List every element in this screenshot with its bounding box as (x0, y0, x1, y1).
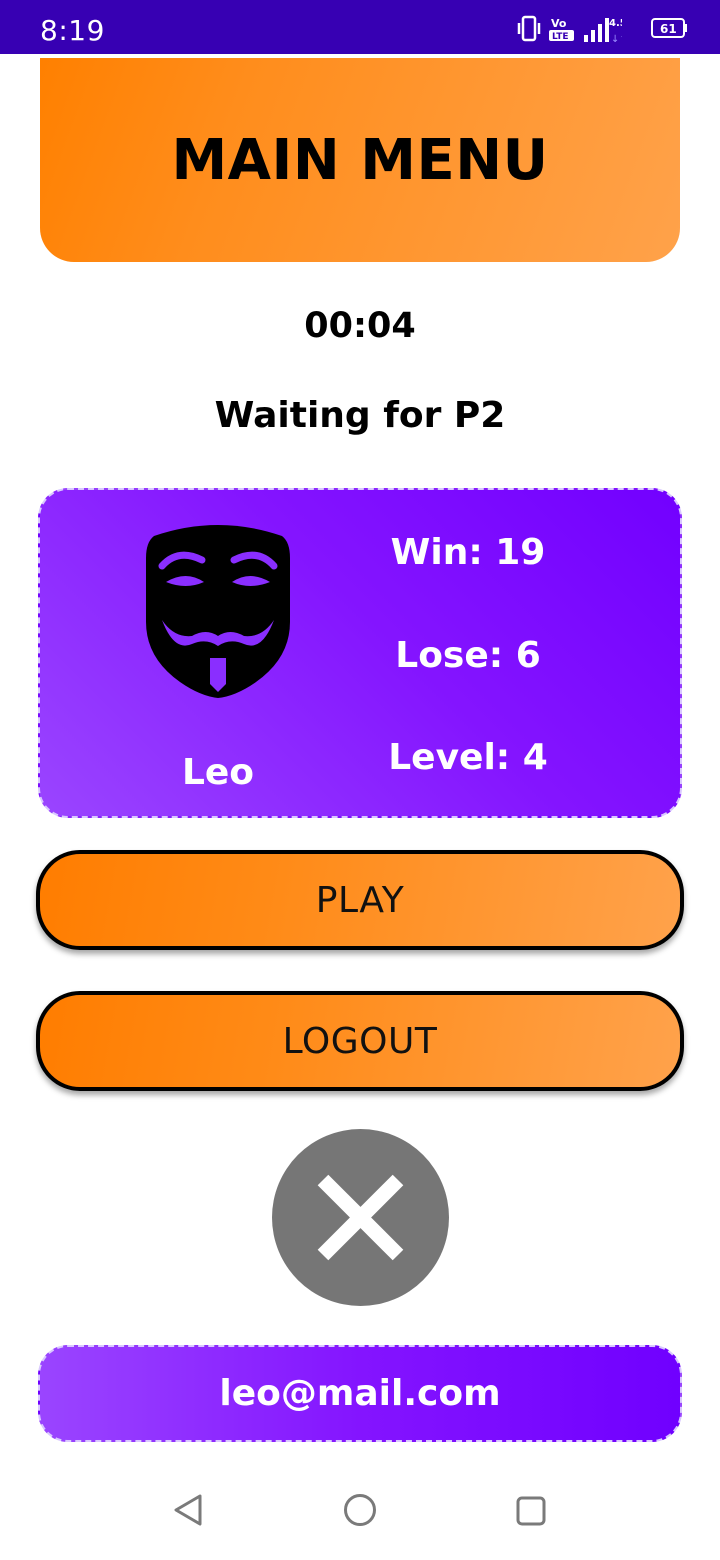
user-email: leo@mail.com (38, 1345, 682, 1442)
countdown-timer: 00:04 (304, 306, 416, 346)
player-name: Leo (181, 752, 255, 793)
play-button[interactable]: PLAY (36, 850, 684, 950)
close-icon (317, 1174, 404, 1261)
volte-icon: Vo LTE (549, 17, 574, 42)
header-banner: MAIN MENU (40, 58, 680, 262)
guy-fawkes-mask-icon (146, 525, 290, 698)
vibrate-icon (517, 15, 541, 42)
page-title: MAIN MENU (171, 127, 549, 193)
player-level: Level: 4 (388, 737, 548, 778)
battery-icon: 61 (651, 18, 687, 38)
home-icon[interactable] (342, 1492, 378, 1528)
back-icon[interactable] (170, 1492, 206, 1528)
status-bar: 8:19 Vo LTE 4.5G ↓↑ (0, 0, 720, 54)
signal-icon: 4.5G ↓↑ (584, 18, 622, 43)
logout-button[interactable]: LOGOUT (36, 991, 684, 1091)
recents-icon[interactable] (514, 1494, 548, 1528)
svg-text:↓↑: ↓↑ (611, 34, 622, 43)
win-count: Win: 19 (390, 532, 546, 573)
battery-level: 61 (660, 22, 677, 36)
cancel-search-button[interactable] (272, 1129, 449, 1306)
main-menu-screen: 8:19 Vo LTE 4.5G ↓↑ (0, 0, 720, 1560)
waiting-status: Waiting for P2 (214, 395, 506, 436)
system-nav-bar (0, 1464, 720, 1560)
lte-label: LTE (552, 32, 569, 42)
volte-label: Vo (551, 17, 567, 30)
status-time: 8:19 (40, 14, 105, 47)
lose-count: Lose: 6 (395, 635, 541, 676)
player-profile-card: Leo Win: 19 Lose: 6 Level: 4 (38, 488, 682, 818)
network-label: 4.5G (609, 18, 622, 29)
